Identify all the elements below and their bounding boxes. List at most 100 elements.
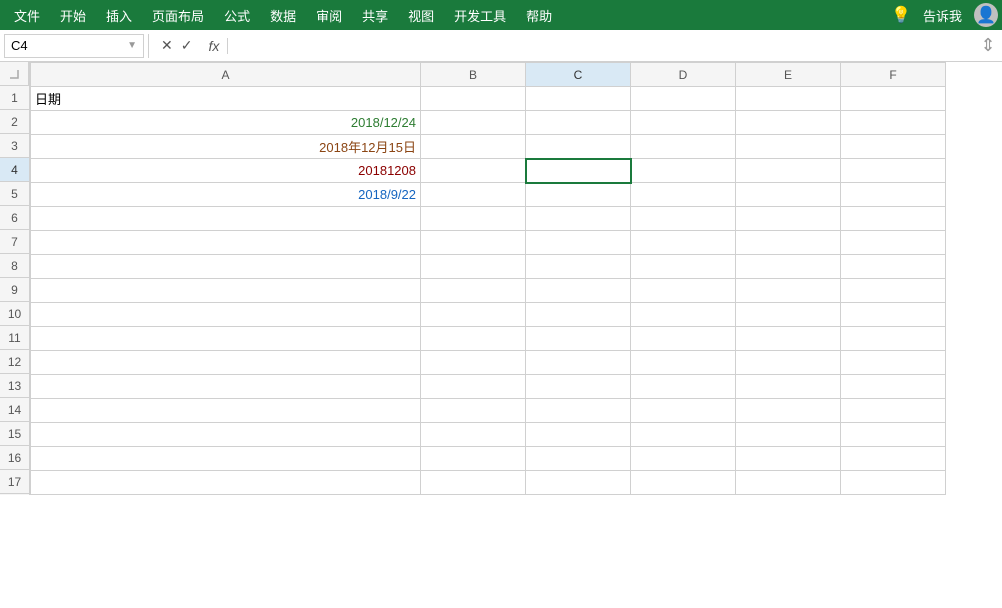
cell-C13[interactable] [526,375,631,399]
cell-F6[interactable] [841,207,946,231]
cell-A17[interactable] [31,471,421,495]
cell-E3[interactable] [736,135,841,159]
cell-B17[interactable] [421,471,526,495]
cell-D9[interactable] [631,279,736,303]
cell-E10[interactable] [736,303,841,327]
cell-E4[interactable] [736,159,841,183]
cell-A12[interactable] [31,351,421,375]
cell-A4[interactable]: 20181208 [31,159,421,183]
menu-dev-tools[interactable]: 开发工具 [444,2,516,29]
confirm-icon[interactable]: ✓ [181,37,193,54]
row-num-11[interactable]: 11 [0,326,29,350]
cell-E14[interactable] [736,399,841,423]
cell-B16[interactable] [421,447,526,471]
row-num-7[interactable]: 7 [0,230,29,254]
cell-C12[interactable] [526,351,631,375]
cell-D1[interactable] [631,87,736,111]
cell-A6[interactable] [31,207,421,231]
cell-B5[interactable] [421,183,526,207]
cell-D11[interactable] [631,327,736,351]
cell-B11[interactable] [421,327,526,351]
cell-B2[interactable] [421,111,526,135]
menu-page-layout[interactable]: 页面布局 [142,2,214,29]
cell-A9[interactable] [31,279,421,303]
cell-F17[interactable] [841,471,946,495]
cell-A7[interactable] [31,231,421,255]
cell-E9[interactable] [736,279,841,303]
cell-A2[interactable]: 2018/12/24 [31,111,421,135]
cell-E7[interactable] [736,231,841,255]
cell-E5[interactable] [736,183,841,207]
cell-B13[interactable] [421,375,526,399]
cell-B15[interactable] [421,423,526,447]
cancel-icon[interactable]: ✕ [161,37,173,54]
cell-E13[interactable] [736,375,841,399]
row-num-12[interactable]: 12 [0,350,29,374]
cell-A14[interactable] [31,399,421,423]
menu-formula[interactable]: 公式 [214,2,260,29]
cell-B6[interactable] [421,207,526,231]
col-header-F[interactable]: F [841,63,946,87]
cell-D15[interactable] [631,423,736,447]
cell-F9[interactable] [841,279,946,303]
menu-share[interactable]: 共享 [352,2,398,29]
cell-D16[interactable] [631,447,736,471]
cell-D12[interactable] [631,351,736,375]
lightbulb-icon[interactable]: 💡 [891,5,911,25]
row-num-1[interactable]: 1 [0,86,29,110]
cell-E17[interactable] [736,471,841,495]
cell-ref-dropdown-icon[interactable]: ▼ [127,40,137,51]
cell-B10[interactable] [421,303,526,327]
cell-C2[interactable] [526,111,631,135]
cell-A10[interactable] [31,303,421,327]
cell-C16[interactable] [526,447,631,471]
cell-C15[interactable] [526,423,631,447]
cell-A8[interactable] [31,255,421,279]
cell-D14[interactable] [631,399,736,423]
cell-C8[interactable] [526,255,631,279]
cell-B8[interactable] [421,255,526,279]
row-num-15[interactable]: 15 [0,422,29,446]
cell-D4[interactable] [631,159,736,183]
row-num-16[interactable]: 16 [0,446,29,470]
cell-B12[interactable] [421,351,526,375]
cell-D8[interactable] [631,255,736,279]
cell-F13[interactable] [841,375,946,399]
row-num-6[interactable]: 6 [0,206,29,230]
cell-C5[interactable] [526,183,631,207]
cell-A16[interactable] [31,447,421,471]
cell-reference-box[interactable]: C4 ▼ [4,34,144,58]
row-num-14[interactable]: 14 [0,398,29,422]
cell-F8[interactable] [841,255,946,279]
row-num-13[interactable]: 13 [0,374,29,398]
cell-D10[interactable] [631,303,736,327]
cell-F1[interactable] [841,87,946,111]
cell-A5[interactable]: 2018/9/22 [31,183,421,207]
menu-help[interactable]: 帮助 [516,2,562,29]
col-header-A[interactable]: A [31,63,421,87]
cell-F10[interactable] [841,303,946,327]
row-num-8[interactable]: 8 [0,254,29,278]
cell-F14[interactable] [841,399,946,423]
cell-A11[interactable] [31,327,421,351]
cell-C17[interactable] [526,471,631,495]
cell-F7[interactable] [841,231,946,255]
cell-A1[interactable]: 日期 [31,87,421,111]
cell-E2[interactable] [736,111,841,135]
cell-D3[interactable] [631,135,736,159]
cell-A15[interactable] [31,423,421,447]
cell-F2[interactable] [841,111,946,135]
cell-D5[interactable] [631,183,736,207]
menu-review[interactable]: 审阅 [306,2,352,29]
cell-A13[interactable] [31,375,421,399]
cell-B14[interactable] [421,399,526,423]
cell-E6[interactable] [736,207,841,231]
cell-B3[interactable] [421,135,526,159]
cell-F5[interactable] [841,183,946,207]
cell-E12[interactable] [736,351,841,375]
row-num-5[interactable]: 5 [0,182,29,206]
col-header-E[interactable]: E [736,63,841,87]
cell-F3[interactable] [841,135,946,159]
cell-E8[interactable] [736,255,841,279]
cell-C4[interactable] [526,159,631,183]
